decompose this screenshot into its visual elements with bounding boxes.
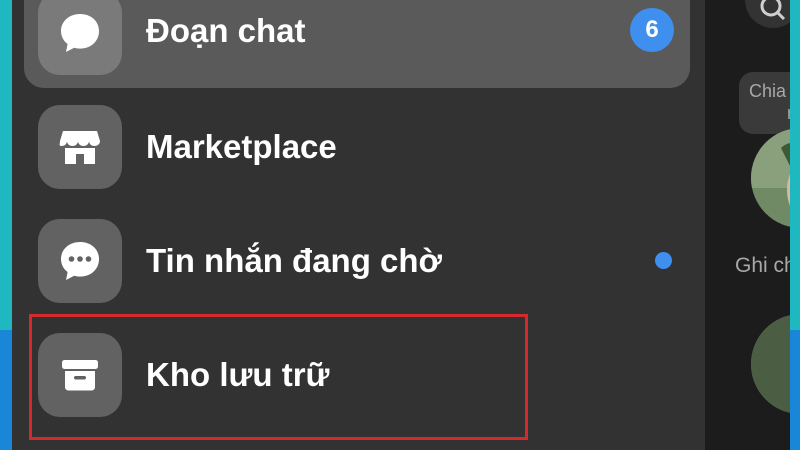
storefront-icon (38, 105, 122, 189)
phone-screen: Đoạn chat 6 Marketplace Tin nhắn đang ch… (12, 0, 790, 450)
note-bubble[interactable]: Chia ng (739, 72, 790, 134)
chat-bubble-icon (38, 0, 122, 75)
unread-dot (655, 252, 672, 269)
note-bubble-line2: ng (749, 102, 790, 124)
menu-item-label: Đoạn chat (146, 12, 306, 49)
pending-message-icon (38, 219, 122, 303)
menu-item-chats[interactable]: Đoạn chat 6 (24, 0, 690, 88)
note-label: Ghi ch (735, 254, 790, 277)
avatar[interactable] (751, 314, 790, 414)
menu-item-message-requests[interactable]: Tin nhắn đang chờ (24, 204, 690, 318)
menu-item-label: Marketplace (146, 128, 337, 165)
avatar[interactable] (751, 128, 790, 228)
unread-count-badge: 6 (630, 8, 674, 52)
menu-item-label: Tin nhắn đang chờ (146, 242, 443, 279)
note-bubble-line1: Chia (749, 81, 787, 101)
chat-list-panel: Chia ng Ghi ch (705, 0, 790, 450)
highlight-box (29, 314, 528, 440)
search-button[interactable] (745, 0, 790, 28)
search-icon (760, 0, 786, 21)
menu-item-marketplace[interactable]: Marketplace (24, 90, 690, 204)
